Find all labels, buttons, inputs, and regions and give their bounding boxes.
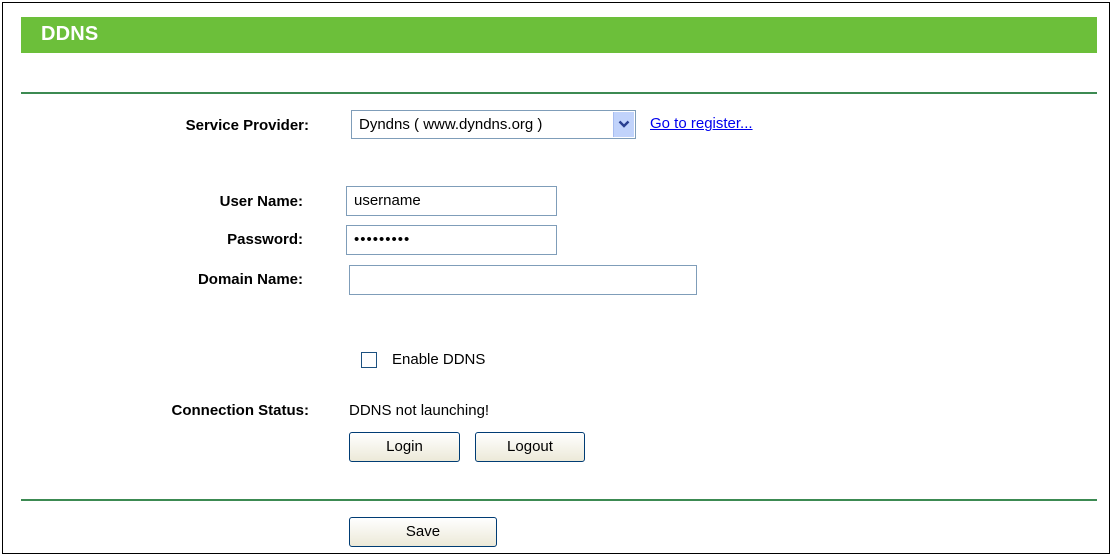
connection-status-value: DDNS not launching! [349,402,490,419]
user-name-input[interactable]: username [346,186,557,216]
user-name-label: User Name: [219,193,303,210]
page-title: DDNS [41,23,99,45]
top-divider [21,92,1097,94]
logout-button[interactable]: Logout [475,432,585,462]
title-bar: DDNS [21,17,1097,53]
dropdown-arrow-button[interactable] [613,112,634,137]
connection-status-label: Connection Status: [171,402,310,419]
ddns-panel: DDNS Service Provider: Dyndns ( www.dynd… [2,2,1110,554]
save-button[interactable]: Save [349,517,497,547]
go-to-register-link[interactable]: Go to register... [650,115,753,132]
service-provider-select[interactable]: Dyndns ( www.dyndns.org ) [351,110,636,139]
bottom-divider [21,499,1097,501]
domain-name-input[interactable] [349,265,697,295]
service-provider-selected-value: Dyndns ( www.dyndns.org ) [359,116,543,133]
password-label: Password: [227,231,303,248]
enable-ddns-label: Enable DDNS [392,351,486,368]
domain-name-label: Domain Name: [197,271,303,288]
enable-ddns-checkbox[interactable] [361,352,377,368]
login-button[interactable]: Login [349,432,460,462]
chevron-down-icon [618,120,630,128]
password-input[interactable]: ••••••••• [346,225,557,255]
service-provider-label: Service Provider: [185,117,309,134]
